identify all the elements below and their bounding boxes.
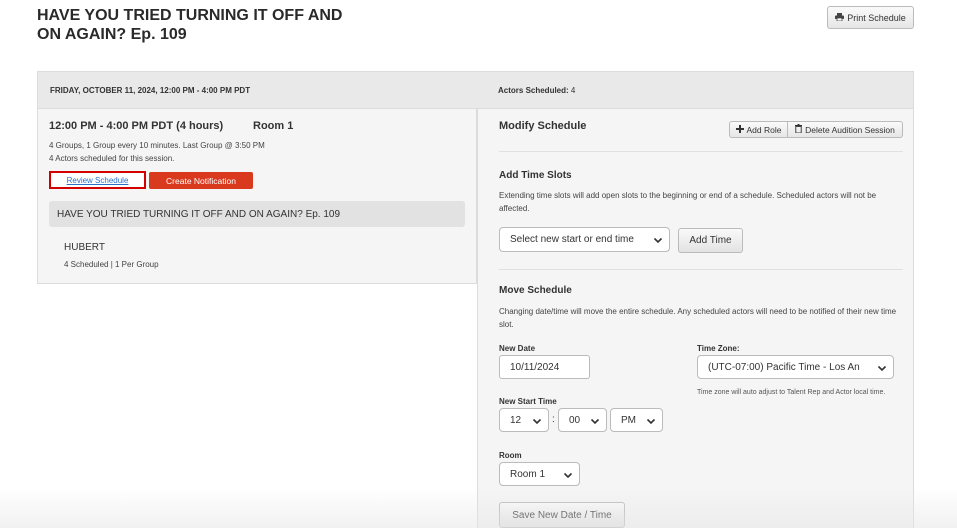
save-new-date-time-button[interactable]: Save New Date / Time xyxy=(499,502,625,528)
move-schedule-description: Changing date/time will move the entire … xyxy=(499,307,897,329)
start-end-time-select[interactable]: Select new start or end time xyxy=(499,227,670,252)
move-schedule-title: Move Schedule xyxy=(499,285,572,296)
role-name: HUBERT xyxy=(64,242,105,253)
chevron-down-icon xyxy=(590,416,600,426)
room-select[interactable]: Room 1 xyxy=(499,462,580,486)
actors-scheduled: Actors Scheduled: 4 xyxy=(498,86,575,95)
ampm-select[interactable]: PM xyxy=(610,408,663,432)
time-colon: : xyxy=(552,414,555,425)
session-time: 12:00 PM - 4:00 PM PDT (4 hours) xyxy=(49,120,224,132)
add-time-button[interactable]: Add Time xyxy=(678,228,743,253)
session-date-range: FRIDAY, OCTOBER 11, 2024, 12:00 PM - 4:0… xyxy=(50,86,251,95)
ampm-value: PM xyxy=(621,414,636,426)
add-role-button[interactable]: Add Role xyxy=(729,121,788,138)
chevron-down-icon xyxy=(532,416,542,426)
actors-scheduled-label: Actors Scheduled: xyxy=(498,86,569,95)
new-date-label: New Date xyxy=(499,344,536,353)
add-time-slots-title: Add Time Slots xyxy=(499,170,572,181)
session-header-bar: FRIDAY, OCTOBER 11, 2024, 12:00 PM - 4:0… xyxy=(37,71,914,109)
page-title: HAVE YOU TRIED TURNING IT OFF AND ON AGA… xyxy=(37,7,343,43)
trash-icon xyxy=(795,124,803,135)
role-info: 4 Scheduled | 1 Per Group xyxy=(64,260,159,269)
add-role-label: Add Role xyxy=(746,124,782,135)
print-schedule-label: Print Schedule xyxy=(847,12,906,23)
time-zone-select[interactable]: (UTC-07:00) Pacific Time - Los An xyxy=(697,355,894,379)
divider xyxy=(499,151,903,152)
project-name-bar: HAVE YOU TRIED TURNING IT OFF AND ON AGA… xyxy=(49,201,465,227)
session-actors-info: 4 Actors scheduled for this session. xyxy=(49,154,175,163)
room-label: Room xyxy=(499,451,522,460)
divider xyxy=(499,269,903,270)
minute-select[interactable]: 00 xyxy=(558,408,607,432)
session-room: Room 1 xyxy=(253,120,294,132)
review-schedule-link[interactable]: Review Schedule xyxy=(49,171,146,189)
print-schedule-button[interactable]: Print Schedule xyxy=(827,6,914,29)
hour-value: 12 xyxy=(510,414,522,426)
session-summary-panel: 12:00 PM - 4:00 PM PDT (4 hours) Room 1 … xyxy=(37,109,477,284)
start-end-time-value: Select new start or end time xyxy=(510,234,634,245)
plus-icon xyxy=(735,124,744,135)
chevron-down-icon xyxy=(877,363,887,373)
actors-scheduled-count: 4 xyxy=(570,86,576,95)
delete-audition-session-button[interactable]: Delete Audition Session xyxy=(787,121,903,138)
session-groups-info: 4 Groups, 1 Group every 10 minutes. Last… xyxy=(49,141,265,150)
new-date-input[interactable]: 10/11/2024 xyxy=(499,355,590,379)
chevron-down-icon xyxy=(653,235,663,245)
create-notification-button[interactable]: Create Notification xyxy=(149,172,253,189)
new-start-time-label: New Start Time xyxy=(499,397,557,406)
add-time-slots-description: Extending time slots will add open slots… xyxy=(499,191,877,213)
room-value: Room 1 xyxy=(510,468,546,480)
chevron-down-icon xyxy=(563,470,573,480)
printer-icon xyxy=(835,12,845,23)
modify-schedule-title: Modify Schedule xyxy=(499,120,587,132)
time-zone-value: (UTC-07:00) Pacific Time - Los An xyxy=(708,361,860,373)
chevron-down-icon xyxy=(646,416,656,426)
time-zone-label: Time Zone: xyxy=(697,344,740,353)
modify-schedule-panel: Modify Schedule Add Role Delete Audition… xyxy=(477,109,914,528)
delete-audition-session-label: Delete Audition Session xyxy=(805,124,895,135)
hour-select[interactable]: 12 xyxy=(499,408,549,432)
time-zone-note: Time zone will auto adjust to Talent Rep… xyxy=(697,389,886,396)
minute-value: 00 xyxy=(569,414,581,426)
